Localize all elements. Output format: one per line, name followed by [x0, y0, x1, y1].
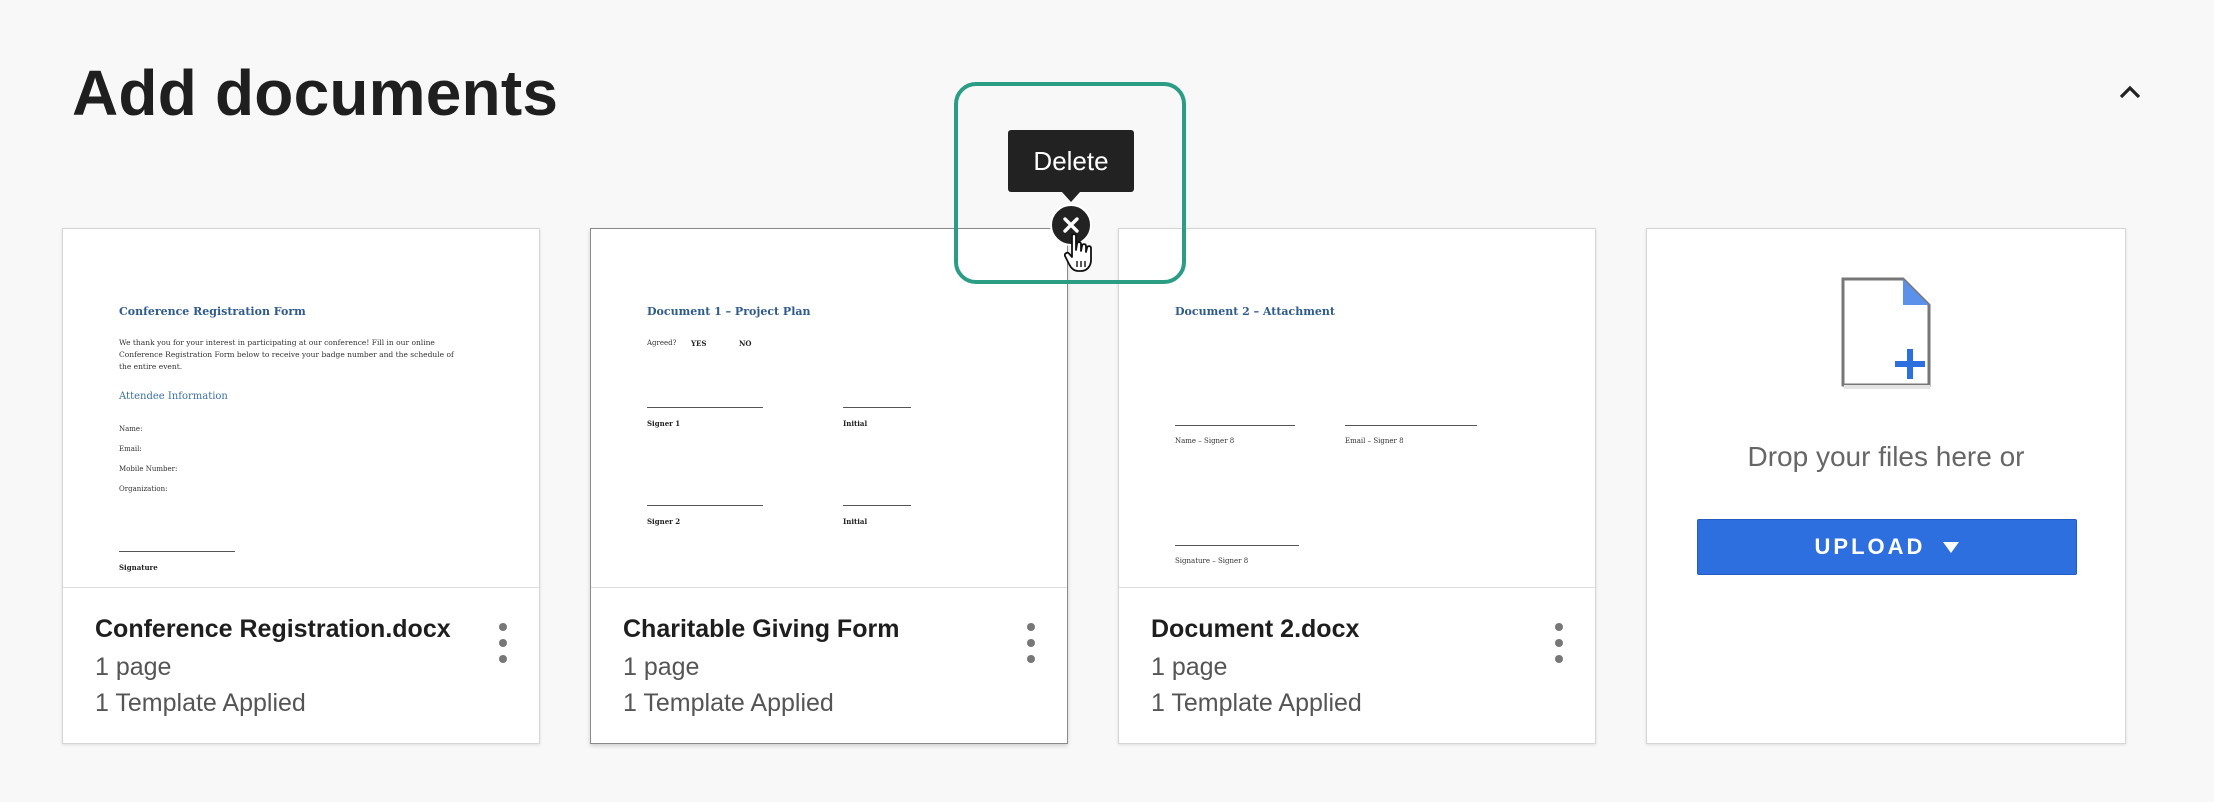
collapse-section-button[interactable] — [2108, 72, 2152, 112]
preview-initial-label: Initial — [843, 517, 868, 526]
document-pages: 1 page — [623, 653, 700, 681]
preview-intro: We thank you for your interest in partic… — [119, 338, 454, 371]
preview-title: Conference Registration Form — [119, 305, 306, 318]
hand-pointer-cursor-icon — [1064, 233, 1092, 272]
preview-initial-label: Initial — [843, 419, 868, 428]
preview-field: Mobile Number: — [119, 465, 178, 473]
document-name: Document 2.docx — [1151, 615, 1360, 643]
document-info: Charitable Giving Form 1 page 1 Template… — [591, 587, 1067, 743]
preview-agreed-label: Agreed? — [647, 339, 677, 347]
preview-signature-label: Signature — [119, 563, 158, 572]
preview-field: Email: — [119, 445, 142, 453]
document-templates: 1 Template Applied — [623, 689, 834, 717]
document-preview[interactable]: Document 2 – Attachment Name – Signer 8 … — [1119, 229, 1595, 588]
preview-yes-option: YES — [691, 339, 707, 348]
document-info: Document 2.docx 1 page 1 Template Applie… — [1119, 587, 1595, 743]
preview-name-label: Name – Signer 8 — [1175, 437, 1235, 445]
preview-title: Document 2 – Attachment — [1175, 305, 1335, 318]
preview-field: Name: — [119, 425, 143, 433]
preview-signer-label: Signer 1 — [647, 419, 681, 428]
page-title: Add documents — [72, 57, 559, 129]
document-preview[interactable]: Conference Registration Form We thank yo… — [63, 229, 539, 588]
signature-line — [1175, 545, 1299, 546]
preview-email-label: Email – Signer 8 — [1345, 437, 1404, 445]
upload-button-label: UPLOAD — [1814, 534, 1926, 559]
document-templates: 1 Template Applied — [95, 689, 306, 717]
triangle-down-icon — [1943, 541, 1960, 553]
document-name: Conference Registration.docx — [95, 615, 451, 643]
document-info: Conference Registration.docx 1 page 1 Te… — [63, 587, 539, 743]
preview-no-option: NO — [739, 339, 752, 348]
file-add-icon — [1841, 277, 1931, 389]
initial-line — [843, 407, 911, 408]
preview-title: Document 1 – Project Plan — [647, 305, 811, 318]
signature-line — [647, 407, 763, 408]
upload-dropzone[interactable]: Drop your files here or UPLOAD — [1646, 228, 2126, 744]
document-templates: 1 Template Applied — [1151, 689, 1362, 717]
preview-section-heading: Attendee Information — [119, 391, 228, 402]
signature-line — [119, 551, 235, 552]
upload-button[interactable]: UPLOAD — [1697, 519, 2077, 575]
document-card[interactable]: Document 2 – Attachment Name – Signer 8 … — [1118, 228, 1596, 744]
document-menu-button[interactable] — [1551, 623, 1567, 663]
signature-line — [1175, 425, 1295, 426]
preview-signature-label: Signature – Signer 8 — [1175, 557, 1249, 565]
preview-signer-label: Signer 2 — [647, 517, 681, 526]
initial-line — [843, 505, 911, 506]
document-card[interactable]: Conference Registration Form We thank yo… — [62, 228, 540, 744]
document-name: Charitable Giving Form — [623, 615, 900, 643]
chevron-up-icon — [2119, 85, 2141, 99]
delete-tooltip: Delete — [1008, 130, 1134, 202]
document-card[interactable]: Document 1 – Project Plan Agreed? YES NO… — [590, 228, 1068, 744]
document-menu-button[interactable] — [1023, 623, 1039, 663]
document-pages: 1 page — [1151, 653, 1228, 681]
document-menu-button[interactable] — [495, 623, 511, 663]
document-pages: 1 page — [95, 653, 172, 681]
signature-line — [647, 505, 763, 506]
preview-field: Organization: — [119, 485, 168, 493]
drop-files-text: Drop your files here or — [1747, 441, 2025, 472]
email-line — [1345, 425, 1477, 426]
